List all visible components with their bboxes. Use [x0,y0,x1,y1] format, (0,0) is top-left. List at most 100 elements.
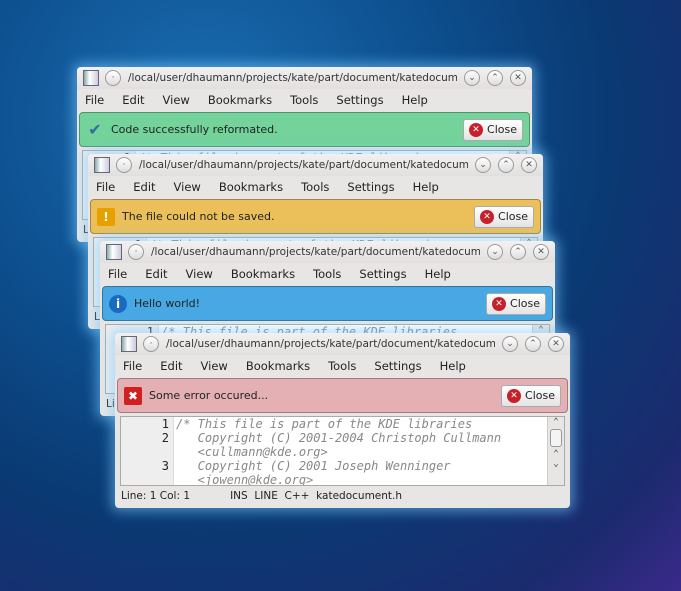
close-window-button[interactable]: ✕ [521,157,537,173]
title-bar[interactable]: · /local/user/dhaumann/projects/kate/par… [88,154,543,176]
code-line: Copyright (C) 2001 Joseph Wenninger [176,459,451,473]
menu-edit[interactable]: Edit [145,267,167,281]
close-message-button[interactable]: ✕ Close [486,292,546,315]
line-number [121,445,169,459]
menu-settings[interactable]: Settings [347,180,394,194]
code-line: <jowenn@kde.org> [176,473,314,485]
menu-file[interactable]: File [108,267,127,281]
title-bar[interactable]: · /local/user/dhaumann/projects/kate/par… [77,67,532,89]
menu-settings[interactable]: Settings [359,267,406,281]
warning-icon: ! [97,207,115,226]
menu-help[interactable]: Help [402,93,428,107]
menu-file[interactable]: File [85,93,104,107]
menu-settings[interactable]: Settings [374,359,421,373]
menu-view[interactable]: View [186,267,213,281]
menu-bar: File Edit View Bookmarks Tools Settings Help [77,89,532,111]
close-window-button[interactable]: ✕ [533,244,549,260]
message-text: The file could not be saved. [122,210,275,223]
menu-bookmarks[interactable]: Bookmarks [208,93,272,107]
minimize-button[interactable]: ⌄ [464,70,480,86]
menu-edit[interactable]: Edit [133,180,155,194]
selection-mode[interactable]: LINE [254,490,277,502]
maximize-button[interactable]: ⌃ [525,336,541,352]
code-line: /* This file is part of the KDE librarie… [176,417,473,431]
message-bar: ✖ Some error occured... ✕ Close [117,378,568,413]
line-number: 2 [161,431,169,445]
message-text: Some error occured... [149,389,269,402]
close-icon: ✕ [469,122,484,137]
menu-help[interactable]: Help [425,267,451,281]
close-icon: ✕ [507,388,522,403]
status-bar: Line: 1 Col: 1 INS LINE C++ katedocument… [121,490,402,502]
menu-bookmarks[interactable]: Bookmarks [219,180,283,194]
menu-view[interactable]: View [174,180,201,194]
menu-bar: File Edit View Bookmarks Tools Settings Help [100,263,555,285]
window-title: /local/user/dhaumann/projects/kate/part/… [166,338,495,350]
menu-help[interactable]: Help [413,180,439,194]
code-line: <cullmann@kde.org> [176,445,328,459]
line-number: 3 [161,459,169,473]
window-title: /local/user/dhaumann/projects/kate/part/… [128,72,457,84]
close-message-button[interactable]: ✕ Close [463,118,523,141]
minimize-button[interactable]: ⌄ [475,157,491,173]
close-icon: ✕ [492,296,507,311]
menu-settings[interactable]: Settings [336,93,383,107]
menu-tools[interactable]: Tools [290,93,318,107]
app-icon [106,244,122,260]
title-bar[interactable]: · /local/user/dhaumann/projects/kate/par… [115,333,570,355]
menu-bookmarks[interactable]: Bookmarks [231,267,295,281]
menu-bar: File Edit View Bookmarks Tools Settings Help [88,176,543,198]
menu-file[interactable]: File [123,359,142,373]
maximize-button[interactable]: ⌃ [487,70,503,86]
close-window-button[interactable]: ✕ [510,70,526,86]
message-text: Hello world! [134,297,201,310]
close-window-button[interactable]: ✕ [548,336,564,352]
window-menu-button[interactable]: · [105,70,121,86]
menu-edit[interactable]: Edit [122,93,144,107]
app-icon [83,70,99,86]
error-icon: ✖ [124,386,142,405]
menu-tools[interactable]: Tools [313,267,341,281]
menu-bookmarks[interactable]: Bookmarks [246,359,310,373]
title-bar[interactable]: · /local/user/dhaumann/projects/kate/par… [100,241,555,263]
file-name: katedocument.h [316,490,403,502]
menu-tools[interactable]: Tools [301,180,329,194]
close-icon: ✕ [480,209,495,224]
code-area[interactable]: /* This file is part of the KDE librarie… [174,417,547,485]
message-bar: i Hello world! ✕ Close [102,286,553,321]
vertical-scrollbar[interactable]: ⌃⌃⌄ [547,417,564,485]
message-text: Code successfully reformated. [111,123,278,136]
insert-mode[interactable]: INS [230,490,248,502]
maximize-button[interactable]: ⌃ [498,157,514,173]
close-message-button[interactable]: ✕ Close [501,384,561,407]
line-number [121,473,169,487]
menu-bar: File Edit View Bookmarks Tools Settings Help [115,355,570,377]
checkmark-icon: ✔ [88,120,102,139]
window-menu-button[interactable]: · [128,244,144,260]
code-line: Copyright (C) 2001-2004 Christoph Cullma… [176,431,502,445]
menu-help[interactable]: Help [440,359,466,373]
app-icon [121,336,137,352]
window-title: /local/user/dhaumann/projects/kate/part/… [151,246,480,258]
close-message-button[interactable]: ✕ Close [474,205,534,228]
message-bar: ! The file could not be saved. ✕ Close [90,199,541,234]
line-number-gutter: 12 3 [121,417,174,485]
syntax-mode[interactable]: C++ [285,490,310,502]
maximize-button[interactable]: ⌃ [510,244,526,260]
app-icon [94,157,110,173]
minimize-button[interactable]: ⌄ [487,244,503,260]
menu-tools[interactable]: Tools [328,359,356,373]
window-title: /local/user/dhaumann/projects/kate/part/… [139,159,468,171]
window-menu-button[interactable]: · [143,336,159,352]
info-icon: i [109,294,127,313]
cursor-position: Line: 1 Col: 1 [121,490,191,502]
window-menu-button[interactable]: · [116,157,132,173]
editor-view[interactable]: 12 3 /* This file is part of the KDE lib… [120,416,565,486]
minimize-button[interactable]: ⌄ [502,336,518,352]
menu-edit[interactable]: Edit [160,359,182,373]
menu-file[interactable]: File [96,180,115,194]
kate-window[interactable]: · /local/user/dhaumann/projects/kate/par… [115,333,570,508]
menu-view[interactable]: View [201,359,228,373]
message-bar: ✔ Code successfully reformated. ✕ Close [79,112,530,147]
menu-view[interactable]: View [163,93,190,107]
